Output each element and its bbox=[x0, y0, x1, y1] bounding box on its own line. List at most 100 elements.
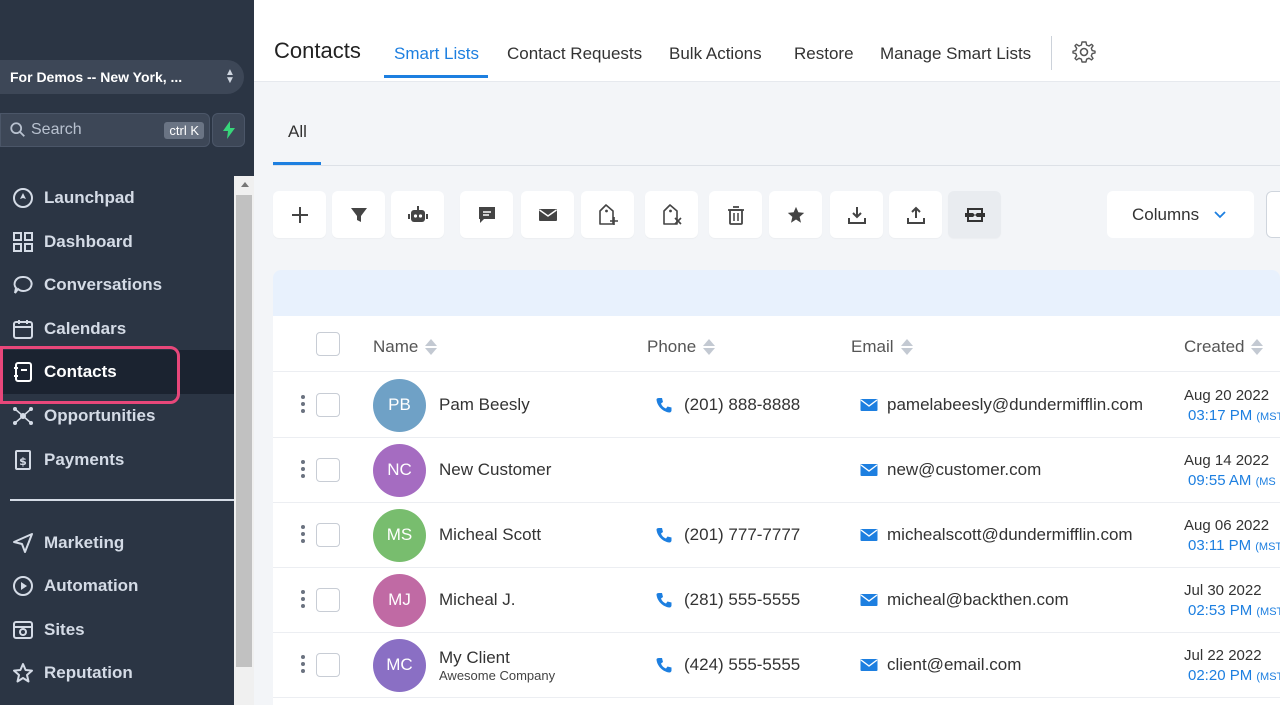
contact-phone[interactable]: (201) 777-7777 bbox=[684, 525, 800, 545]
avatar: MJ bbox=[373, 573, 426, 627]
row-checkbox[interactable] bbox=[316, 392, 340, 417]
grid-icon bbox=[11, 230, 35, 254]
nav-label: Automation bbox=[44, 576, 139, 595]
workflow-button[interactable] bbox=[391, 191, 444, 238]
created-time: 03:11 PM (MST bbox=[1188, 537, 1280, 554]
export-button[interactable] bbox=[830, 191, 883, 238]
nav-item-conversations[interactable]: Conversations bbox=[0, 263, 234, 307]
row-checkbox[interactable] bbox=[316, 457, 340, 482]
nav-label: Dashboard bbox=[44, 232, 133, 251]
review-request-button[interactable] bbox=[769, 191, 822, 238]
contact-email[interactable]: micheal@backthen.com bbox=[887, 590, 1069, 610]
page-title: Contacts bbox=[274, 38, 361, 63]
nav-item-launchpad[interactable]: Launchpad bbox=[0, 176, 234, 220]
row-checkbox[interactable] bbox=[316, 522, 340, 547]
contact-email[interactable]: client@email.com bbox=[887, 655, 1021, 675]
add-contact-button[interactable] bbox=[273, 191, 326, 238]
search-contacts-input[interactable] bbox=[1266, 191, 1280, 238]
created-date: Aug 06 2022 bbox=[1184, 516, 1270, 534]
search-input[interactable]: Search ctrl K bbox=[0, 113, 210, 147]
column-header-created[interactable]: Created bbox=[1184, 337, 1264, 357]
created-time: 02:53 PM (MST bbox=[1188, 602, 1280, 619]
row-actions-icon[interactable] bbox=[300, 589, 306, 608]
row-divider bbox=[273, 632, 1280, 633]
send-email-button[interactable] bbox=[521, 191, 574, 238]
nav-item-marketing[interactable]: Marketing bbox=[0, 521, 234, 565]
table-toolbar-band bbox=[273, 270, 1280, 316]
created-date: Aug 20 2022 bbox=[1184, 386, 1270, 404]
columns-button[interactable]: Columns bbox=[1107, 191, 1254, 238]
remove-tag-icon bbox=[662, 203, 682, 225]
row-actions-icon[interactable] bbox=[300, 394, 306, 413]
contact-name[interactable]: My Client bbox=[439, 648, 510, 668]
row-divider bbox=[273, 437, 1280, 438]
contact-phone[interactable]: (424) 555-5555 bbox=[684, 655, 800, 675]
gear-icon[interactable] bbox=[1072, 40, 1096, 64]
created-time-value: 03:11 PM bbox=[1188, 536, 1252, 554]
header-label: Email bbox=[851, 337, 894, 356]
email-icon bbox=[860, 398, 878, 416]
columns-label: Columns bbox=[1132, 204, 1200, 224]
contact-name[interactable]: Pam Beesly bbox=[439, 395, 530, 415]
delete-button[interactable] bbox=[709, 191, 762, 238]
search-placeholder: Search bbox=[31, 121, 82, 138]
select-all-checkbox[interactable] bbox=[316, 332, 340, 356]
tab-restore[interactable]: Restore bbox=[794, 44, 854, 64]
rocket-icon bbox=[11, 186, 35, 210]
merge-button[interactable] bbox=[948, 191, 1001, 238]
robot-icon bbox=[407, 205, 428, 222]
nav-item-sites[interactable]: Sites bbox=[0, 608, 234, 652]
tab-all[interactable]: All bbox=[288, 122, 307, 142]
nav-item-calendars[interactable]: Calendars bbox=[0, 307, 234, 351]
add-icon bbox=[291, 206, 308, 223]
nav-item-automation[interactable]: Automation bbox=[0, 564, 234, 608]
account-switcher[interactable]: For Demos -- New York, ... ▲ ▼ bbox=[0, 60, 244, 94]
sidebar-scroll-thumb[interactable] bbox=[236, 195, 252, 667]
contact-name[interactable]: Micheal J. bbox=[439, 590, 516, 610]
column-header-phone[interactable]: Phone bbox=[647, 337, 716, 357]
contact-email[interactable]: pamelabeesly@dundermifflin.com bbox=[887, 395, 1143, 415]
active-tab-indicator bbox=[384, 75, 488, 78]
contact-email[interactable]: new@customer.com bbox=[887, 460, 1041, 480]
contact-name[interactable]: New Customer bbox=[439, 460, 551, 480]
tab-smart-lists[interactable]: Smart Lists bbox=[394, 44, 479, 64]
row-divider bbox=[273, 371, 1280, 372]
row-actions-icon[interactable] bbox=[300, 459, 306, 478]
nav-item-dashboard[interactable]: Dashboard bbox=[0, 220, 234, 264]
created-date: Jul 22 2022 bbox=[1184, 646, 1262, 664]
created-time: 02:20 PM (MST bbox=[1188, 667, 1280, 684]
header-label: Phone bbox=[647, 337, 697, 356]
tab-manage-smart-lists[interactable]: Manage Smart Lists bbox=[880, 44, 1031, 64]
filter-button[interactable] bbox=[332, 191, 385, 238]
active-subtab-indicator bbox=[273, 162, 321, 165]
tab-bulk-actions[interactable]: Bulk Actions bbox=[669, 44, 762, 64]
column-header-name[interactable]: Name bbox=[373, 337, 438, 357]
send-sms-button[interactable] bbox=[460, 191, 513, 238]
nav-item-payments[interactable]: $ Payments bbox=[0, 438, 234, 482]
column-header-email[interactable]: Email bbox=[851, 337, 913, 357]
created-date: Jul 30 2022 bbox=[1184, 581, 1262, 599]
email-icon bbox=[860, 463, 878, 481]
remove-tag-button[interactable] bbox=[645, 191, 698, 238]
tab-contact-requests[interactable]: Contact Requests bbox=[507, 44, 642, 64]
quick-action-button[interactable] bbox=[212, 113, 245, 147]
created-timezone: (MST bbox=[1255, 540, 1280, 553]
contact-phone[interactable]: (281) 555-5555 bbox=[684, 590, 800, 610]
add-tag-button[interactable] bbox=[581, 191, 634, 238]
smart-list-tabs: All bbox=[254, 82, 1280, 167]
row-checkbox[interactable] bbox=[316, 587, 340, 612]
row-checkbox[interactable] bbox=[316, 652, 340, 677]
contact-phone[interactable]: (201) 888-8888 bbox=[684, 395, 800, 415]
scroll-up-arrow-icon[interactable] bbox=[241, 182, 249, 187]
star-icon bbox=[787, 206, 804, 223]
created-timezone: (MS bbox=[1255, 475, 1276, 488]
phone-icon bbox=[655, 591, 673, 609]
contact-email[interactable]: michealscott@dundermifflin.com bbox=[887, 525, 1133, 545]
row-actions-icon[interactable] bbox=[300, 654, 306, 673]
nav-item-reputation[interactable]: Reputation bbox=[0, 651, 234, 695]
row-actions-icon[interactable] bbox=[300, 524, 306, 543]
import-button[interactable] bbox=[889, 191, 942, 238]
search-shortcut: ctrl K bbox=[164, 121, 204, 139]
contact-name[interactable]: Micheal Scott bbox=[439, 525, 541, 545]
avatar: PB bbox=[373, 378, 426, 432]
